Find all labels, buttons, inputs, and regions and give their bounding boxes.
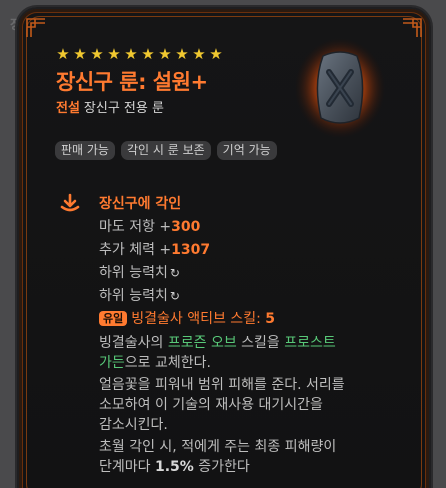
reroll-icon: ↻ xyxy=(169,266,180,280)
unique-skill-line: 유일 빙결술사 액티브 스킬: 5 xyxy=(99,308,379,331)
engrave-details: 마도 저항 +300 추가 체력 +1307 하위 능력치 ↻ 하위 능력치 ↻ 유… xyxy=(99,216,379,477)
star-icon: ★ xyxy=(124,45,138,63)
star-icon: ★ xyxy=(107,45,121,63)
item-tag: 판매 가능 xyxy=(55,141,115,160)
star-icon: ★ xyxy=(192,45,206,63)
skill-description: 빙결술사의 프로즌 오브 스킬을 프로스트 가든으로 교체한다. xyxy=(99,335,336,371)
corner-ornament-icon xyxy=(26,18,45,37)
star-icon: ★ xyxy=(56,45,70,63)
skill-effect-description: 얼음꽃을 피워내 범위 피해를 준다. 서리를 소모하여 이 기술의 재사용 대… xyxy=(99,377,345,433)
star-icon: ★ xyxy=(175,45,189,63)
item-grade: 전설 xyxy=(56,101,80,116)
star-icon: ★ xyxy=(90,45,104,63)
download-arrow-icon xyxy=(60,193,80,212)
tag-list: 판매 가능 각인 시 룬 보존 기억 가능 xyxy=(55,141,277,160)
star-icon: ★ xyxy=(141,45,155,63)
item-type: 장신구 전용 룬 xyxy=(83,101,164,116)
unique-badge: 유일 xyxy=(99,311,128,326)
engrave-section-title: 장신구에 각인 xyxy=(99,196,182,212)
star-icon: ★ xyxy=(73,45,87,63)
item-tag: 각인 시 룬 보존 xyxy=(120,141,211,160)
item-name: 장신구 룬: 설원+ xyxy=(56,70,208,94)
transcend-description: 초월 각인 시, 적에게 주는 최종 피해량이 단계마다 1.5% 증가한다 xyxy=(99,439,337,475)
reroll-icon: ↻ xyxy=(169,289,180,303)
sub-stat-line: 하위 능력치 ↻ xyxy=(99,265,180,281)
frost-rune-icon xyxy=(295,38,385,138)
star-icon: ★ xyxy=(158,45,172,63)
item-tag: 기억 가능 xyxy=(216,141,277,160)
item-subtitle: 전설 장신구 전용 룬 xyxy=(56,97,164,116)
stat-line: 마도 저항 +300 xyxy=(99,219,201,235)
corner-ornament-icon xyxy=(403,18,422,37)
star-rating: ★ ★ ★ ★ ★ ★ ★ ★ ★ ★ xyxy=(55,47,224,62)
sub-stat-line: 하위 능력치 ↻ xyxy=(99,288,180,304)
star-icon: ★ xyxy=(209,45,223,63)
stat-line: 추가 체력 +1307 xyxy=(99,242,211,258)
